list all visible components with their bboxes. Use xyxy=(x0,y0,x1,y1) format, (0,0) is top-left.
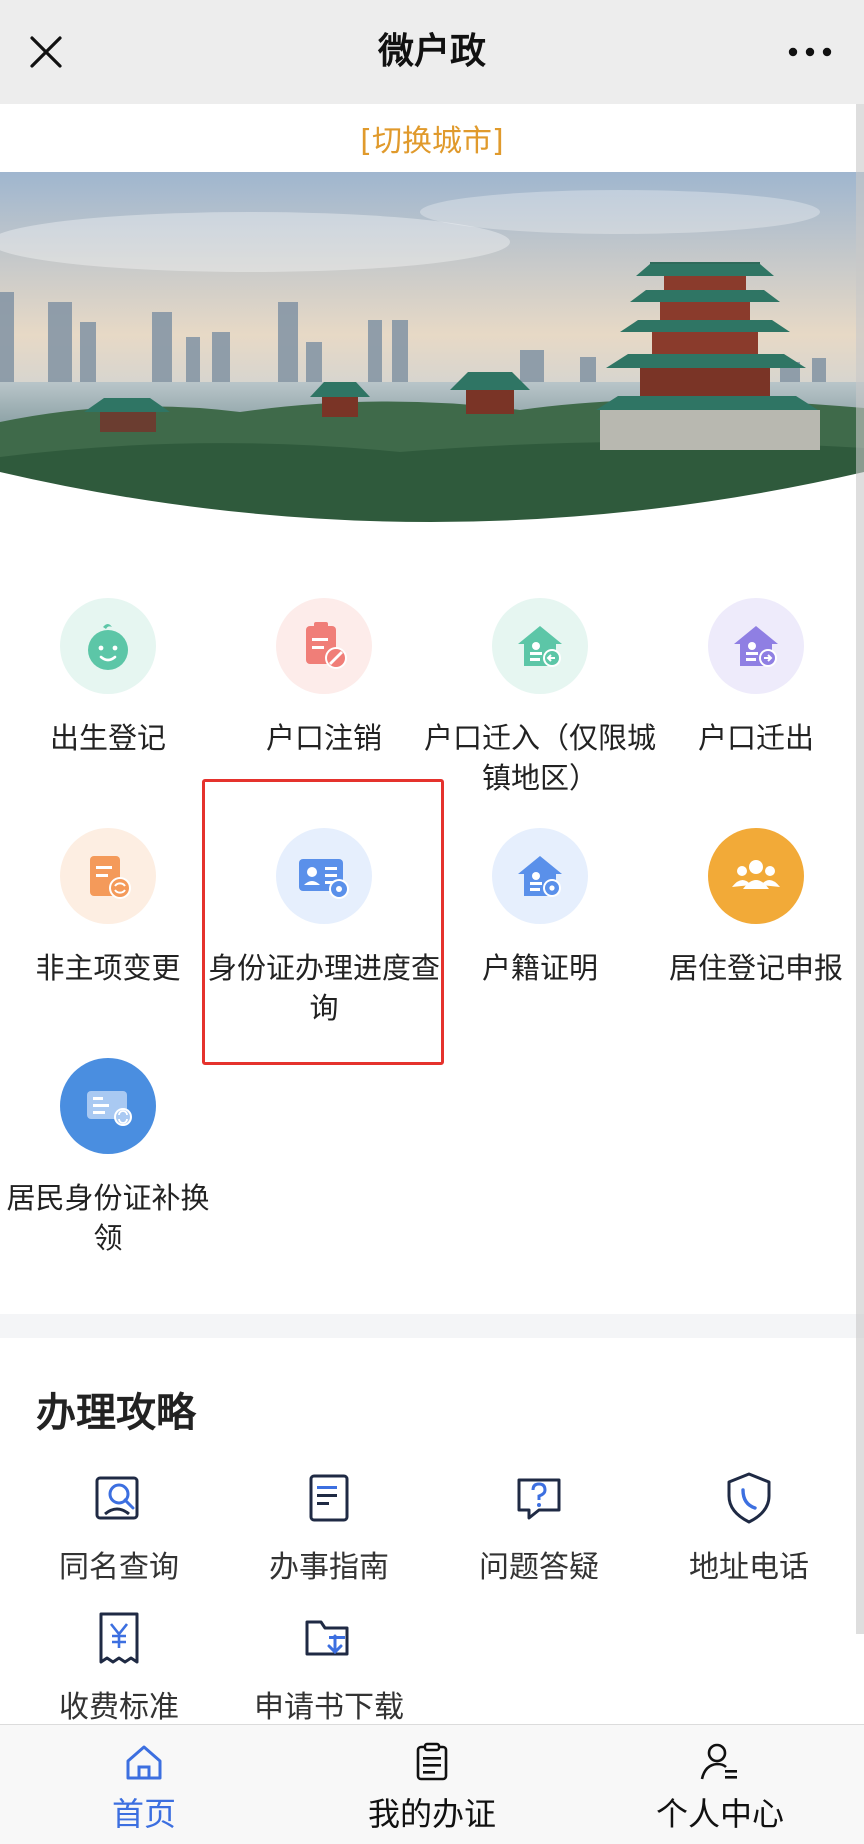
home-icon xyxy=(123,1741,165,1783)
service-hukou-cancel[interactable]: 户口注销 xyxy=(216,580,432,810)
tab-home[interactable]: 首页 xyxy=(0,1725,288,1844)
house-in-icon xyxy=(492,598,588,694)
clipboard-icon xyxy=(411,1741,453,1783)
people-group-icon xyxy=(708,828,804,924)
id-card-progress-icon xyxy=(276,828,372,924)
bottom-tab-bar: 首页 我的办证 个人中心 xyxy=(0,1724,864,1844)
service-label: 户口注销 xyxy=(265,721,382,755)
fee-receipt-icon xyxy=(93,1610,145,1666)
guide-label: 收费标准 xyxy=(59,1690,179,1725)
name-search-icon xyxy=(93,1470,145,1526)
guide-label: 申请书下载 xyxy=(254,1690,404,1725)
service-birth-registration[interactable]: 出生登记 xyxy=(0,580,216,810)
service-label: 居住登记申报 xyxy=(668,951,843,985)
guide-faq[interactable]: 问题答疑 xyxy=(434,1470,644,1610)
baby-icon xyxy=(60,598,156,694)
tab-label: 我的办证 xyxy=(367,1795,496,1833)
section-divider xyxy=(0,1314,864,1338)
service-label: 出生登记 xyxy=(49,721,166,755)
service-label: 户籍证明 xyxy=(481,951,598,985)
doc-change-icon xyxy=(60,828,156,924)
service-id-card-renew[interactable]: 居民身份证补换领 xyxy=(0,1040,216,1270)
shield-phone-icon xyxy=(723,1470,775,1526)
service-id-card-progress[interactable]: 身份证办理进度查询 xyxy=(208,810,440,1040)
service-hukou-move-out[interactable]: 户口迁出 xyxy=(648,580,864,810)
service-label: 身份证办理进度查询 xyxy=(208,951,441,1025)
service-hukou-move-in[interactable]: 户口迁入（仅限城镇地区） xyxy=(424,580,656,810)
close-icon[interactable] xyxy=(18,24,74,80)
title-bar: 微户政 xyxy=(0,0,864,104)
guide-name-search[interactable]: 同名查询 xyxy=(14,1470,224,1610)
guide-label: 办事指南 xyxy=(269,1550,389,1585)
service-label: 户口迁入（仅限城镇地区） xyxy=(424,721,657,795)
city-switch-link[interactable]: [切换城市] xyxy=(360,116,503,160)
guide-address-phone[interactable]: 地址电话 xyxy=(644,1470,854,1610)
id-card-renew-icon xyxy=(60,1058,156,1154)
guide-label: 地址电话 xyxy=(689,1550,809,1585)
more-dots-icon[interactable] xyxy=(778,24,842,80)
service-hukou-certificate[interactable]: 户籍证明 xyxy=(432,810,648,1040)
folder-download-icon xyxy=(303,1610,355,1666)
banner-image xyxy=(0,172,864,534)
user-icon xyxy=(699,1741,741,1783)
service-label: 户口迁出 xyxy=(697,721,814,755)
house-cert-icon xyxy=(492,828,588,924)
tab-label: 首页 xyxy=(111,1795,176,1833)
guide-label: 问题答疑 xyxy=(479,1550,599,1585)
question-icon xyxy=(513,1470,565,1526)
guide-doc-icon xyxy=(303,1470,355,1526)
guide-title: 办理攻略 xyxy=(36,1390,196,1436)
guide-service-guide[interactable]: 办事指南 xyxy=(224,1470,434,1610)
tab-my-certificates[interactable]: 我的办证 xyxy=(288,1725,576,1844)
service-label: 居民身份证补换领 xyxy=(6,1181,210,1255)
service-label: 非主项变更 xyxy=(35,951,181,985)
service-residence-registration[interactable]: 居住登记申报 xyxy=(648,810,864,1040)
service-minor-change[interactable]: 非主项变更 xyxy=(0,810,216,1040)
city-switch: [切换城市] xyxy=(0,104,864,172)
clipboard-cancel-icon xyxy=(276,598,372,694)
scrollbar[interactable] xyxy=(856,104,864,1634)
tab-personal-center[interactable]: 个人中心 xyxy=(576,1725,864,1844)
guide-label: 同名查询 xyxy=(59,1550,179,1585)
page-title: 微户政 xyxy=(377,31,486,72)
tab-label: 个人中心 xyxy=(655,1795,784,1833)
house-out-icon xyxy=(708,598,804,694)
